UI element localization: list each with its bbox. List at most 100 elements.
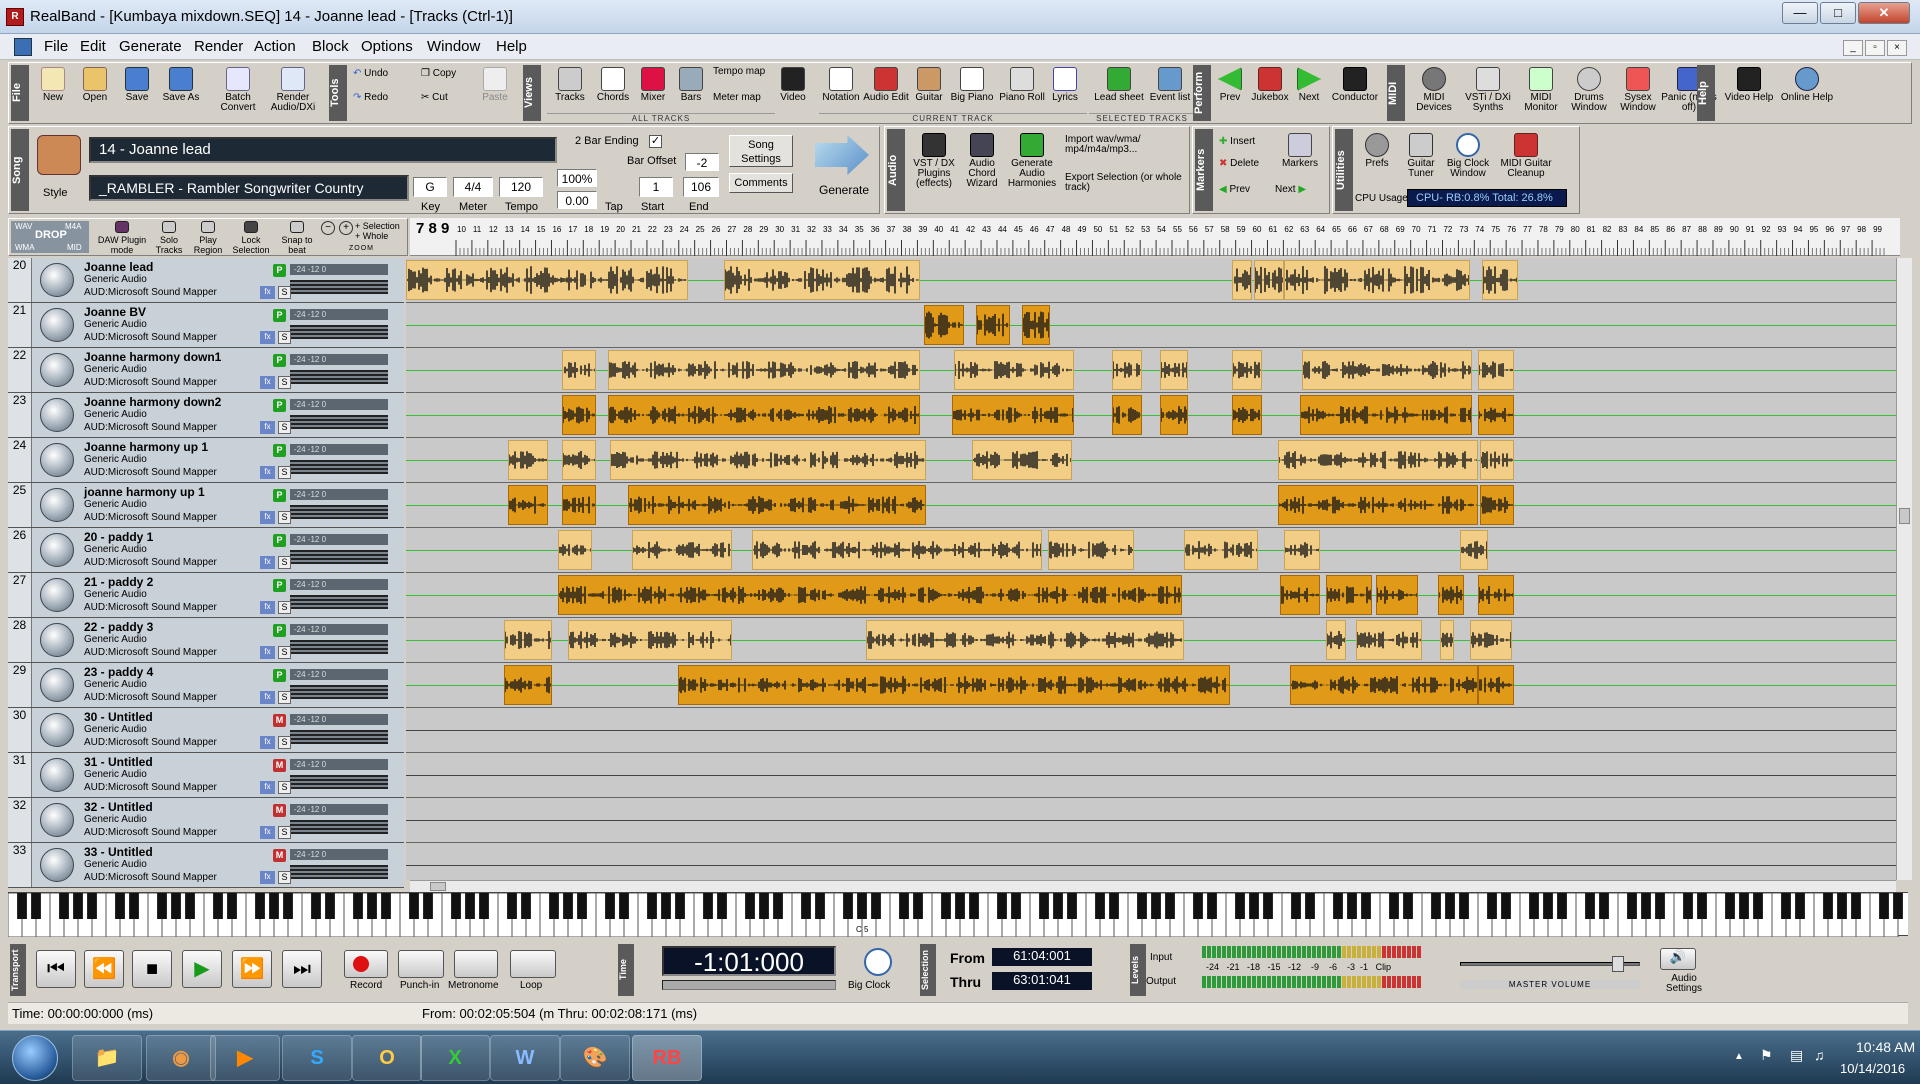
audio-clip[interactable] xyxy=(1278,440,1478,480)
tray-flag-icon[interactable]: ⚑ xyxy=(1760,1047,1773,1064)
record-button[interactable] xyxy=(344,950,388,978)
menu-block[interactable]: Block xyxy=(312,38,349,55)
perform-prev-button[interactable]: Prev xyxy=(1211,67,1249,103)
track-solo-button[interactable]: S xyxy=(278,376,291,389)
audio-clip[interactable] xyxy=(1480,485,1514,525)
video-help-button[interactable]: Video Help xyxy=(1721,67,1777,103)
track-volume-fader[interactable] xyxy=(290,640,388,654)
vertical-scrollbar[interactable] xyxy=(1896,258,1912,880)
tempo-field[interactable]: 120 xyxy=(499,177,543,197)
comments-button[interactable]: Comments xyxy=(729,173,793,193)
track-header[interactable]: 29 23 - paddy 4 Generic Audio AUD:Microsoft… xyxy=(8,663,404,708)
track-pan-knob-icon[interactable] xyxy=(40,578,74,612)
realband-app-icon[interactable]: R xyxy=(6,8,24,26)
drums-window-button[interactable]: Drums Window xyxy=(1565,67,1613,113)
audio-clip[interactable] xyxy=(504,665,552,705)
cut-button[interactable]: ✂ Cut xyxy=(421,93,473,103)
track-solo-button[interactable]: S xyxy=(278,556,291,569)
track-volume-fader[interactable] xyxy=(290,685,388,699)
track-fx-button[interactable]: fx xyxy=(260,421,275,434)
piano-keyboard[interactable]: C 5 xyxy=(7,892,1908,938)
audio-clip[interactable] xyxy=(1232,350,1262,390)
menu-action[interactable]: Action xyxy=(254,38,296,55)
audio-clip[interactable] xyxy=(1438,575,1464,615)
track-volume-fader[interactable] xyxy=(290,775,388,789)
track-lane[interactable] xyxy=(406,528,1900,573)
conductor-button[interactable]: Conductor xyxy=(1327,67,1383,103)
minimize-button[interactable]: — xyxy=(1782,2,1818,24)
tray-expand-icon[interactable]: ▲ xyxy=(1734,1051,1744,1062)
copy-button[interactable]: ❐ Copy xyxy=(421,69,473,79)
track-name[interactable]: 20 - paddy 1 xyxy=(84,530,153,544)
track-solo-button[interactable]: S xyxy=(278,421,291,434)
jukebox-button[interactable]: Jukebox xyxy=(1247,67,1293,103)
track-status-badge[interactable]: P xyxy=(273,264,286,277)
taskbar-chrome[interactable]: ◉ xyxy=(146,1035,216,1081)
taskbar-excel[interactable]: X xyxy=(420,1035,490,1081)
drop-zone[interactable]: WAV M4A DROP WMA MID xyxy=(11,221,89,253)
loop-button[interactable] xyxy=(510,950,556,978)
track-lane[interactable] xyxy=(406,753,1900,798)
zoom-in-icon[interactable]: + xyxy=(339,221,353,235)
track-name[interactable]: 31 - Untitled xyxy=(84,755,153,769)
track-header[interactable]: 32 32 - Untitled Generic Audio AUD:Microsof… xyxy=(8,798,404,843)
menu-options[interactable]: Options xyxy=(361,38,413,55)
menu-edit[interactable]: Edit xyxy=(80,38,106,55)
meter-field[interactable]: 4/4 xyxy=(453,177,493,197)
big-piano-view-button[interactable]: Big Piano xyxy=(947,67,997,103)
track-lane[interactable] xyxy=(406,393,1900,438)
master-volume-thumb[interactable] xyxy=(1612,956,1624,972)
audio-clip[interactable] xyxy=(1480,440,1514,480)
track-lane[interactable] xyxy=(406,798,1900,843)
track-pan-knob-icon[interactable] xyxy=(40,758,74,792)
audio-clip[interactable] xyxy=(406,260,688,300)
audio-clip[interactable] xyxy=(504,620,552,660)
track-status-badge[interactable]: P xyxy=(273,309,286,322)
taskbar-word[interactable]: W xyxy=(490,1035,560,1081)
vst-plugins-button[interactable]: VST / DX Plugins (effects) xyxy=(907,133,961,189)
audio-clip[interactable] xyxy=(1048,530,1134,570)
track-fx-button[interactable]: fx xyxy=(260,646,275,659)
save-as-button[interactable]: Save As xyxy=(157,67,205,103)
start-button[interactable] xyxy=(12,1035,58,1081)
audio-clip[interactable] xyxy=(1356,620,1422,660)
zoom-selection-whole[interactable]: + Selection + Whole xyxy=(355,221,407,241)
style-label[interactable]: Style xyxy=(43,187,67,199)
track-header[interactable]: 27 21 - paddy 2 Generic Audio AUD:Microsoft… xyxy=(8,573,404,618)
insert-marker-button[interactable]: ✚ Insert xyxy=(1219,137,1271,147)
audio-clip[interactable] xyxy=(1022,305,1050,345)
track-status-badge[interactable]: M xyxy=(273,759,286,772)
key-field[interactable]: G xyxy=(413,177,447,197)
track-solo-button[interactable]: S xyxy=(278,781,291,794)
generate-arrow-icon[interactable] xyxy=(815,135,869,175)
tray-volume-icon[interactable]: ♫ xyxy=(1814,1047,1825,1063)
track-lane[interactable] xyxy=(406,663,1900,708)
track-volume-fader[interactable] xyxy=(290,820,388,834)
menu-generate[interactable]: Generate xyxy=(119,38,182,55)
speaker-icon[interactable]: 🔊 xyxy=(1660,948,1696,970)
track-status-badge[interactable]: P xyxy=(273,669,286,682)
open-button[interactable]: Open xyxy=(75,67,115,103)
taskbar-media[interactable]: ▶ xyxy=(210,1035,280,1081)
audio-clip[interactable] xyxy=(608,395,920,435)
audio-clip[interactable] xyxy=(632,530,732,570)
markers-button[interactable]: Markers xyxy=(1275,133,1325,169)
big-clock-label[interactable]: Big Clock xyxy=(848,980,890,991)
audio-clip[interactable] xyxy=(1300,395,1472,435)
audio-clip[interactable] xyxy=(1284,530,1320,570)
lead-sheet-view-button[interactable]: Lead sheet xyxy=(1091,67,1147,103)
track-status-badge[interactable]: M xyxy=(273,714,286,727)
track-pan-knob-icon[interactable] xyxy=(40,398,74,432)
chords-view-button[interactable]: Chords xyxy=(593,67,633,103)
track-volume-fader[interactable] xyxy=(290,370,388,384)
midi-devices-button[interactable]: MIDI Devices xyxy=(1409,67,1459,113)
taskbar-paint[interactable]: 🎨 xyxy=(560,1035,630,1081)
generate-audio-harmonies-button[interactable]: Generate Audio Harmonies xyxy=(1005,133,1059,189)
track-name[interactable]: 21 - paddy 2 xyxy=(84,575,153,589)
track-status-badge[interactable]: M xyxy=(273,849,286,862)
audio-clip[interactable] xyxy=(1326,575,1372,615)
track-solo-button[interactable]: S xyxy=(278,286,291,299)
audio-edit-view-button[interactable]: Audio Edit xyxy=(861,67,911,103)
menu-window[interactable]: Window xyxy=(427,38,480,55)
menu-render[interactable]: Render xyxy=(194,38,243,55)
